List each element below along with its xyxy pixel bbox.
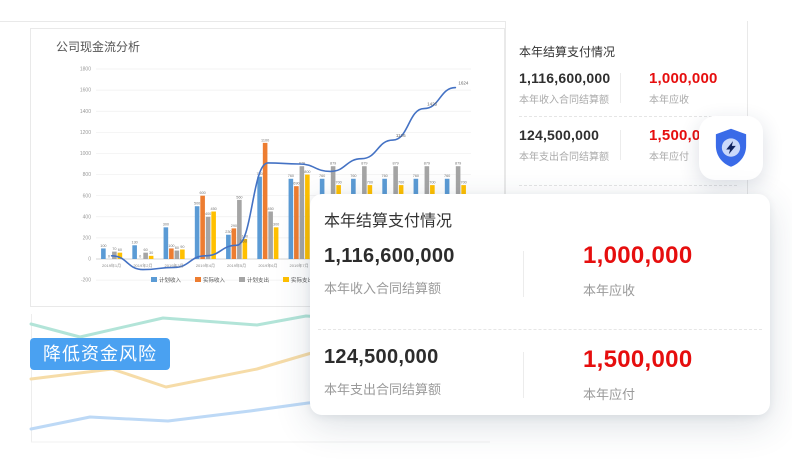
svg-text:450: 450 <box>267 207 273 211</box>
svg-text:450: 450 <box>210 207 216 211</box>
svg-text:2019年6月: 2019年6月 <box>258 262 277 268</box>
panel-label: 本年收入合同结算额 <box>519 91 620 106</box>
svg-text:2019年2月: 2019年2月 <box>133 262 152 268</box>
svg-text:290: 290 <box>231 224 237 228</box>
overlay-row: 124,500,000 本年支出合同结算额 1,500,000 本年应付 <box>324 346 756 403</box>
settlement-overlay-card: 本年结算支付情况 1,116,600,000 本年收入合同结算额 1,000,0… <box>310 194 770 415</box>
svg-text:0: 0 <box>139 254 141 258</box>
svg-text:100: 100 <box>100 244 106 248</box>
svg-text:0: 0 <box>108 254 110 258</box>
overlay-label: 本年应付 <box>583 384 756 403</box>
svg-text:0: 0 <box>88 257 91 263</box>
overlay-value-red: 1,000,000 <box>583 242 756 270</box>
overlay-label: 本年收入合同结算额 <box>324 278 523 297</box>
panel-value-red: 1,000,000 <box>649 70 747 87</box>
svg-text:500: 500 <box>194 202 200 206</box>
svg-text:400: 400 <box>83 214 92 220</box>
svg-text:1624: 1624 <box>458 81 469 86</box>
overlay-label: 本年支出合同结算额 <box>324 379 523 398</box>
svg-text:实际收入: 实际收入 <box>203 276 226 284</box>
panel-row: 1,116,600,000 本年收入合同结算额 1,000,000 本年应收 <box>506 70 747 106</box>
svg-text:700: 700 <box>367 181 373 185</box>
svg-text:2019年3月: 2019年3月 <box>165 262 184 268</box>
svg-text:600: 600 <box>83 193 92 199</box>
svg-text:计划收入: 计划收入 <box>159 276 182 284</box>
svg-text:700: 700 <box>335 181 341 185</box>
svg-text:1126: 1126 <box>396 133 406 138</box>
svg-text:计划支出: 计划支出 <box>247 276 269 284</box>
svg-text:130: 130 <box>131 241 137 245</box>
svg-text:760: 760 <box>350 174 356 178</box>
panel-title: 本年结算支付情况 <box>506 43 747 60</box>
svg-text:2019年5月: 2019年5月 <box>227 262 246 268</box>
panel-label: 本年支出合同结算额 <box>519 148 620 163</box>
svg-text:100: 100 <box>168 244 174 248</box>
svg-text:1600: 1600 <box>80 88 91 94</box>
svg-text:-200: -200 <box>81 278 91 284</box>
overlay-value: 124,500,000 <box>324 346 523 369</box>
svg-text:879: 879 <box>455 162 461 166</box>
svg-text:2019年1月: 2019年1月 <box>102 262 121 268</box>
svg-text:130: 130 <box>240 238 248 243</box>
svg-text:1000: 1000 <box>80 151 91 157</box>
svg-text:2019年7月: 2019年7月 <box>290 262 309 268</box>
svg-text:879: 879 <box>424 162 430 166</box>
svg-text:800: 800 <box>304 170 310 174</box>
overlay-title: 本年结算支付情况 <box>324 207 756 231</box>
panel-value: 1,116,600,000 <box>519 70 620 87</box>
svg-text:1400: 1400 <box>80 109 91 115</box>
svg-text:90: 90 <box>180 245 184 249</box>
svg-text:690: 690 <box>293 182 299 186</box>
svg-text:760: 760 <box>319 174 325 178</box>
svg-text:700: 700 <box>429 181 435 185</box>
svg-text:200: 200 <box>83 235 92 241</box>
svg-text:60: 60 <box>144 248 148 252</box>
dashed-divider <box>519 116 737 117</box>
svg-text:300: 300 <box>273 223 279 227</box>
svg-text:1800: 1800 <box>80 67 91 73</box>
svg-text:879: 879 <box>330 162 336 166</box>
shield-badge[interactable] <box>699 116 763 180</box>
overlay-label: 本年应收 <box>583 280 756 299</box>
overlay-value-red: 1,500,000 <box>583 346 756 374</box>
svg-text:230: 230 <box>225 230 231 234</box>
svg-text:760: 760 <box>381 174 387 178</box>
svg-text:1200: 1200 <box>80 130 91 136</box>
svg-text:760: 760 <box>288 174 294 178</box>
chart-title: 公司现金流分析 <box>56 38 140 55</box>
overlay-row: 1,116,600,000 本年收入合同结算额 1,000,000 本年应收 <box>324 245 756 299</box>
dashed-divider <box>519 185 737 186</box>
panel-label: 本年应收 <box>649 91 747 106</box>
shield-lightning-icon <box>709 126 753 170</box>
svg-text:600: 600 <box>199 191 205 195</box>
risk-reduction-tag[interactable]: 降低资金风险 <box>30 338 170 370</box>
svg-text:800: 800 <box>83 172 92 178</box>
svg-text:879: 879 <box>392 162 398 166</box>
svg-text:1425: 1425 <box>427 102 438 107</box>
overlay-value: 1,116,600,000 <box>324 245 523 268</box>
svg-text:30: 30 <box>149 251 153 255</box>
svg-text:1100: 1100 <box>261 138 269 142</box>
svg-text:80: 80 <box>175 246 179 250</box>
svg-text:700: 700 <box>398 181 404 185</box>
panel-value: 124,500,000 <box>519 127 620 144</box>
svg-text:560: 560 <box>236 195 242 199</box>
svg-text:879: 879 <box>361 162 367 166</box>
svg-text:760: 760 <box>413 174 419 178</box>
dashed-divider <box>318 329 762 330</box>
svg-text:700: 700 <box>460 181 466 185</box>
svg-text:300: 300 <box>163 223 169 227</box>
svg-text:70: 70 <box>112 247 116 251</box>
svg-text:400: 400 <box>205 212 211 216</box>
svg-text:760: 760 <box>444 174 450 178</box>
svg-text:60: 60 <box>118 248 122 252</box>
svg-text:2019年4月: 2019年4月 <box>196 262 215 268</box>
